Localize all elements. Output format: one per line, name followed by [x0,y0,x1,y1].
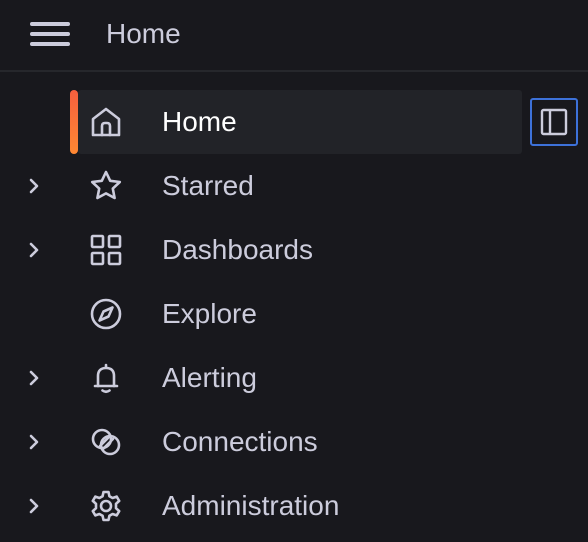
nav-item-label: Alerting [162,362,257,393]
nav-item-alerting[interactable]: Alerting [0,346,588,410]
chevron-right-icon[interactable] [22,494,46,518]
nav-item-connections[interactable]: Connections [0,410,588,474]
dock-menu-button[interactable] [530,98,578,146]
nav-item-home[interactable]: Home [0,90,588,154]
active-indicator [70,90,78,154]
bell-icon [88,360,124,396]
nav-item-label: Dashboards [162,234,313,265]
chevron-right-icon[interactable] [22,238,46,262]
hamburger-menu-icon[interactable] [28,20,72,48]
nav-item-administration[interactable]: Administration [0,474,588,538]
breadcrumb[interactable]: Home [106,14,181,54]
nav-item-starred[interactable]: Starred [0,154,588,218]
chevron-right-icon[interactable] [22,174,46,198]
compass-icon [88,296,124,332]
nav-item-label: Starred [162,170,254,201]
nav-item-explore[interactable]: Explore [0,282,588,346]
nav-item-dashboards[interactable]: Dashboards [0,218,588,282]
connections-icon [88,424,124,460]
mega-menu-nav: Home Starred Dashboards Explore Alerting… [0,90,588,538]
home-icon [88,104,124,140]
cog-icon [88,488,124,524]
nav-item-label: Explore [162,298,257,329]
nav-item-label: Connections [162,426,318,457]
top-bar: Home [0,0,588,72]
active-item-background [78,90,522,154]
app-window: Home Home Starred Dashboards Explore Ale… [0,0,588,542]
star-icon [88,168,124,204]
chevron-right-icon[interactable] [22,366,46,390]
nav-item-label: Administration [162,490,340,521]
nav-item-label: Home [162,106,237,137]
apps-grid-icon [88,232,124,268]
chevron-right-icon[interactable] [22,430,46,454]
